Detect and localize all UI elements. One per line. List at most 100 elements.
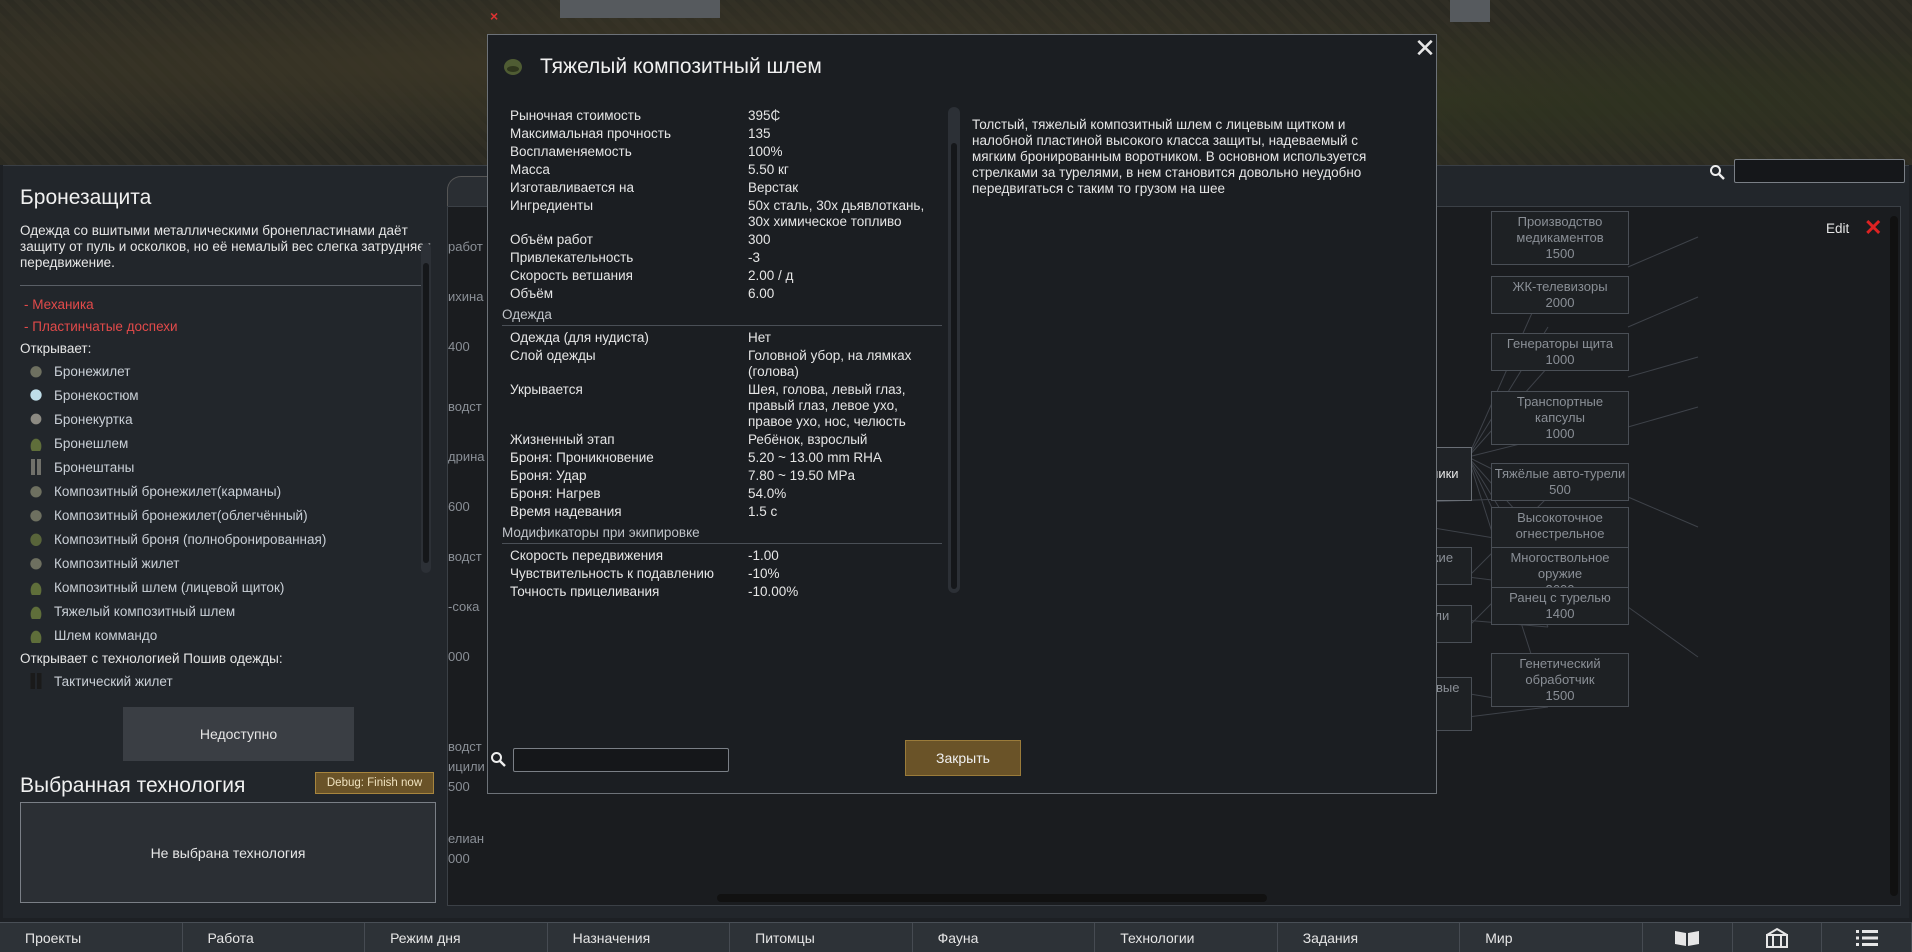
- edit-label[interactable]: Edit: [1826, 221, 1849, 236]
- search-icon: [1710, 165, 1725, 180]
- factions-icon[interactable]: [1733, 923, 1823, 952]
- tech-node[interactable]: Производство медикаментов 1500: [1491, 211, 1629, 265]
- stat-row[interactable]: Скорость передвижения -1.00: [502, 547, 942, 565]
- stat-value: 300: [748, 232, 771, 247]
- research-unavailable-button[interactable]: Недоступно: [123, 707, 354, 761]
- unlock-item[interactable]: Композитный шлем (лицевой щиток): [20, 575, 420, 599]
- tech-node-cost: 1400: [1545, 606, 1575, 621]
- stat-row[interactable]: Изготавливается на Верстак: [502, 179, 942, 197]
- no-tech-label: Не выбрана технология: [150, 844, 306, 861]
- stat-row[interactable]: Воспламеняемость 100%: [502, 143, 942, 161]
- armor-suit-icon: [28, 387, 44, 403]
- unlock-item[interactable]: Бронешлем: [20, 431, 420, 455]
- wall-structure: [1450, 0, 1490, 22]
- main-tab-3[interactable]: Режим дня: [365, 923, 548, 952]
- tech-node[interactable]: Генетический обработчик 1500: [1491, 653, 1629, 707]
- stat-row[interactable]: Объём работ 300: [502, 231, 942, 249]
- unlock-item-label: Композитный шлем (лицевой щиток): [54, 579, 285, 595]
- tech-node[interactable]: Ранец с турелью 1400: [1491, 587, 1629, 625]
- stat-label: Одежда (для нудиста): [510, 330, 649, 345]
- stat-row[interactable]: Укрывается Шея, голова, левый глаз, правы…: [502, 381, 942, 431]
- unlock-list-scrollbar[interactable]: [421, 243, 431, 573]
- tech-node-label: Транспортные капсулы: [1516, 394, 1604, 425]
- stat-row[interactable]: Чувствительность к подавлению -10%: [502, 565, 942, 583]
- world-marker-icon: ×: [490, 8, 499, 24]
- book-icon[interactable]: [1643, 923, 1733, 952]
- armor-icon: [28, 531, 44, 547]
- stat-row[interactable]: Броня: Проникновение 5.20 ~ 13.00 mm RHA: [502, 449, 942, 467]
- stat-row[interactable]: Броня: Удар 7.80 ~ 19.50 MPa: [502, 467, 942, 485]
- tech-node[interactable]: Тяжёлые авто-турели 500: [1491, 463, 1629, 501]
- main-tab-4[interactable]: Назначения: [548, 923, 731, 952]
- main-tab-7[interactable]: Технологии: [1095, 923, 1278, 952]
- stat-row[interactable]: Время надевания 1.5 с: [502, 503, 942, 521]
- tech-node[interactable]: ЖК-телевизоры 2000: [1491, 276, 1629, 314]
- unlock-item[interactable]: Композитный броня (полнобронированная): [20, 527, 420, 551]
- menu-icon[interactable]: [1822, 923, 1912, 952]
- pants-icon: [28, 459, 44, 475]
- stat-row[interactable]: Одежда (для нудиста) Нет: [502, 329, 942, 347]
- stat-row[interactable]: Максимальная прочность 135: [502, 125, 942, 143]
- unlock-item[interactable]: Тактический жилет: [20, 669, 420, 693]
- stat-label: Ингредиенты: [510, 198, 594, 213]
- stat-row[interactable]: Жизненный этап Ребёнок, взрослый: [502, 431, 942, 449]
- stat-row[interactable]: Привлекательность -3: [502, 249, 942, 267]
- stat-row[interactable]: Ингредиенты 50x сталь, 30x дьявлоткань, 3…: [502, 197, 942, 231]
- stat-row[interactable]: Масса 5.50 кг: [502, 161, 942, 179]
- unlock-item[interactable]: Композитный бронежилет(карманы): [20, 479, 420, 503]
- stat-row[interactable]: Броня: Нагрев 54.0%: [502, 485, 942, 503]
- stat-value: -10%: [748, 566, 780, 581]
- stat-row[interactable]: Слой одежды Головной убор, на лямках (гол…: [502, 347, 942, 381]
- unlock-item[interactable]: Бронежилет: [20, 359, 420, 383]
- unlock-list[interactable]: - Механика - Пластинчатые доспехи Открывае…: [20, 293, 420, 698]
- partial-node-text: работ: [448, 239, 483, 254]
- main-tab-2[interactable]: Работа: [183, 923, 366, 952]
- main-tab-9[interactable]: Мир: [1460, 923, 1643, 952]
- tech-node[interactable]: Генераторы щита 1000: [1491, 333, 1629, 371]
- tech-node-cost: 2000: [1545, 295, 1575, 310]
- unlock-item-label: Бронекуртка: [54, 411, 133, 427]
- stat-value: Ребёнок, взрослый: [748, 432, 868, 447]
- scrollbar-thumb[interactable]: [423, 263, 429, 563]
- tree-horizontal-scrollbar[interactable]: [717, 894, 1267, 902]
- prerequisite-link[interactable]: - Пластинчатые доспехи: [20, 315, 420, 337]
- unlock-item[interactable]: Бронекостюм: [20, 383, 420, 407]
- tree-search-input[interactable]: [1734, 159, 1905, 183]
- scrollbar-thumb[interactable]: [951, 143, 957, 589]
- vest-icon: [28, 507, 44, 523]
- close-button[interactable]: Закрыть: [905, 740, 1021, 776]
- unlock-item-label: Композитный бронежилет(карманы): [54, 483, 282, 499]
- main-tab-6[interactable]: Фауна: [913, 923, 1096, 952]
- stat-row[interactable]: Рыночная стоимость 395₵: [502, 107, 942, 125]
- tree-vertical-scrollbar[interactable]: [1890, 216, 1898, 896]
- debug-finish-button[interactable]: Debug: Finish now: [315, 772, 434, 794]
- unlock-item[interactable]: Бронештаны: [20, 455, 420, 479]
- unlock-item[interactable]: Шлем коммандо: [20, 623, 420, 647]
- close-edit-icon[interactable]: ✕: [1864, 217, 1882, 239]
- tech-node[interactable]: Транспортные капсулы 1000: [1491, 391, 1629, 445]
- main-tab-1[interactable]: Проекты: [0, 923, 183, 952]
- unlock-item-label: Тактический жилет: [54, 673, 173, 689]
- main-tab-5[interactable]: Питомцы: [730, 923, 913, 952]
- stat-row[interactable]: Точность прицеливания -10.00%: [502, 583, 942, 597]
- stat-label: Скорость ветшания: [510, 268, 633, 283]
- unlock-item[interactable]: Композитный бронежилет(облегчённый): [20, 503, 420, 527]
- close-icon[interactable]: ✕: [1412, 35, 1438, 61]
- stat-row[interactable]: Скорость ветшания 2.00 / д: [502, 267, 942, 285]
- stat-label: Жизненный этап: [510, 432, 615, 447]
- unlock-item-label: Бронекостюм: [54, 387, 139, 403]
- unlock-item[interactable]: Бронекуртка: [20, 407, 420, 431]
- main-tab-8[interactable]: Задания: [1278, 923, 1461, 952]
- stat-row[interactable]: Объём 6.00: [502, 285, 942, 303]
- stats-list[interactable]: Рыночная стоимость 395₵ Максимальная прочн…: [502, 107, 942, 597]
- stat-label: Укрывается: [510, 382, 583, 397]
- helmet-icon: [28, 435, 44, 451]
- unlock-item-label: Бронешлем: [54, 435, 129, 451]
- stats-scrollbar[interactable]: [948, 107, 960, 593]
- prerequisite-link[interactable]: - Механика: [20, 293, 420, 315]
- stat-value: 395₵: [748, 108, 781, 123]
- unlock-item-label: Тяжелый композитный шлем: [54, 603, 236, 619]
- dialog-search-input[interactable]: [513, 748, 729, 772]
- unlock-item[interactable]: Тяжелый композитный шлем: [20, 599, 420, 623]
- unlock-item[interactable]: Композитный жилет: [20, 551, 420, 575]
